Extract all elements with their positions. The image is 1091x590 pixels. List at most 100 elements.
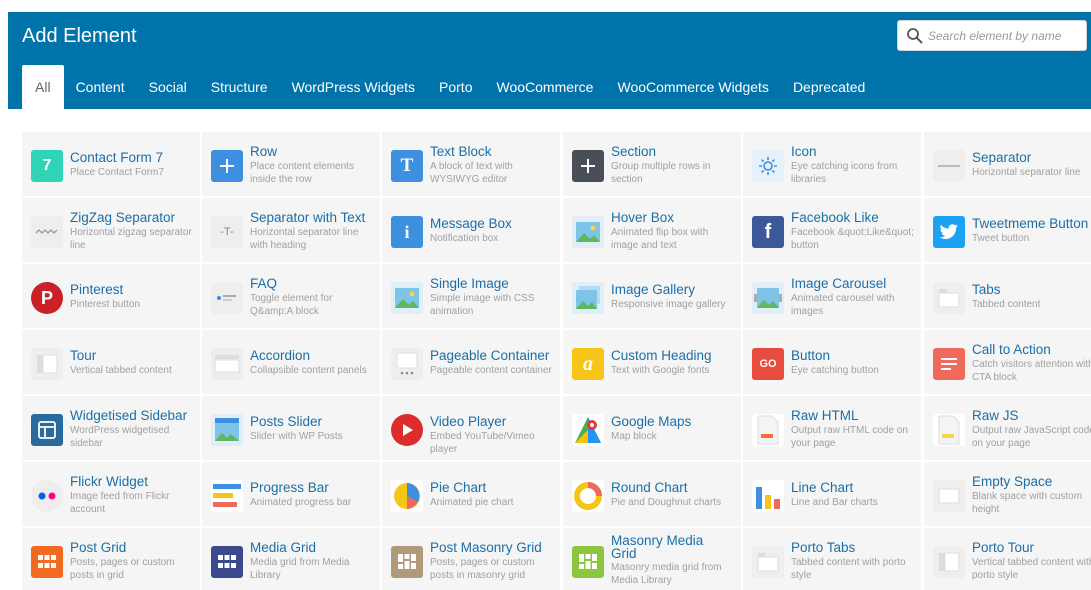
element-name: Flickr Widget	[70, 474, 149, 489]
flickr-icon	[31, 480, 63, 512]
element-name: Image Carousel	[791, 276, 887, 291]
element-description: Tweet button	[972, 233, 1030, 244]
element-name: Posts Slider	[250, 414, 323, 429]
element-line-chart[interactable]: Line Chart Line and Bar charts	[743, 462, 921, 526]
element-empty-space[interactable]: Empty Space Blank space with custom heigh…	[924, 462, 1091, 526]
search-icon	[907, 28, 923, 44]
element-name: Post Grid	[70, 540, 127, 555]
element-description: Text with Google fonts	[611, 365, 710, 376]
element-description: Place content elements inside the row	[250, 161, 354, 185]
separator-text-icon: -T-	[211, 216, 243, 248]
element-pageable-container[interactable]: Pageable Container Pageable content conta…	[382, 330, 560, 394]
element-raw-js[interactable]: Raw JS Output raw JavaScript code on your…	[924, 396, 1091, 460]
element-posts-slider[interactable]: Posts Slider Slider with WP Posts	[202, 396, 380, 460]
pie-chart-icon	[391, 480, 423, 512]
element-porto-tour[interactable]: Porto Tour Vertical tabbed content with p…	[924, 528, 1091, 590]
element-description: Responsive image gallery	[611, 299, 726, 310]
element-media-grid[interactable]: Media Grid Media grid from Media Library	[202, 528, 380, 590]
search-box[interactable]	[897, 20, 1087, 51]
element-google-maps[interactable]: Google Maps Map block	[563, 396, 741, 460]
element-name: ZigZag Separator	[70, 210, 176, 225]
tab-structure[interactable]: Structure	[199, 65, 280, 109]
element-name: Tour	[70, 348, 97, 363]
element-section[interactable]: Section Group multiple rows in section	[563, 132, 741, 196]
element-description: Horizontal separator line with heading	[250, 227, 359, 251]
tab-wordpress-widgets[interactable]: WordPress Widgets	[280, 65, 427, 109]
element-name: Section	[611, 144, 657, 159]
element-masonry-media-grid[interactable]: Masonry Media Grid Masonry media grid fro…	[563, 528, 741, 590]
tab-porto[interactable]: Porto	[427, 65, 484, 109]
element-video-player[interactable]: Video Player Embed YouTube/Vimeo player	[382, 396, 560, 460]
element-round-chart[interactable]: Round Chart Pie and Doughnut charts	[563, 462, 741, 526]
tab-social[interactable]: Social	[137, 65, 199, 109]
element-description: Tabbed content	[972, 299, 1041, 310]
element-name: Round Chart	[611, 480, 688, 495]
gallery-icon	[572, 282, 604, 314]
tab-all[interactable]: All	[22, 65, 64, 109]
element-widgetised-sidebar[interactable]: Widgetised Sidebar WordPress widgetised s…	[22, 396, 200, 460]
element-separator-with-text[interactable]: -T- Separator with Text Horizontal separat…	[202, 198, 380, 262]
element-row: 7 Contact Form 7 Place Contact Form7 Row Pla…	[22, 132, 1091, 198]
element-call-to-action[interactable]: Call to Action Catch visitors attention w…	[924, 330, 1091, 394]
element-description: Output raw JavaScript code on your page	[972, 425, 1091, 449]
accordion-icon	[211, 348, 243, 380]
go-button-icon: GO	[752, 348, 784, 380]
media-grid-icon	[211, 546, 243, 578]
element-tweetmeme-button[interactable]: Tweetmeme Button Tweet button	[924, 198, 1091, 262]
element-description: Horizontal zigzag separator line	[70, 227, 192, 251]
tab-woocommerce[interactable]: WooCommerce	[484, 65, 605, 109]
element-image-gallery[interactable]: Image Gallery Responsive image gallery	[563, 264, 741, 328]
element-faq[interactable]: FAQ Toggle element for Q&amp;A block	[202, 264, 380, 328]
element-description: Simple image with CSS animation	[430, 293, 535, 317]
element-name: Pie Chart	[430, 480, 487, 495]
element-description: Horizontal separator line	[972, 167, 1081, 178]
element-text-block[interactable]: T Text Block A block of text with WYSIWYG …	[382, 132, 560, 196]
element-description: Toggle element for Q&amp;A block	[250, 293, 333, 317]
tab-content[interactable]: Content	[64, 65, 137, 109]
zigzag-icon	[31, 216, 63, 248]
element-row: Widgetised Sidebar WordPress widgetised s…	[22, 396, 1091, 462]
element-post-masonry-grid[interactable]: Post Masonry Grid Posts, pages or custom …	[382, 528, 560, 590]
element-grid: 7 Contact Form 7 Place Contact Form7 Row Pla…	[22, 132, 1091, 590]
element-description: Vertical tabbed content	[70, 365, 172, 376]
element-post-grid[interactable]: Post Grid Posts, pages or custom posts in…	[22, 528, 200, 590]
tab-woocommerce-widgets[interactable]: WooCommerce Widgets	[605, 65, 780, 109]
element-name: Text Block	[430, 144, 492, 159]
element-button[interactable]: GO Button Eye catching button	[743, 330, 921, 394]
element-description: Line and Bar charts	[791, 497, 878, 508]
element-name: Accordion	[250, 348, 311, 363]
element-flickr-widget[interactable]: Flickr Widget Image feed from Flickr acco…	[22, 462, 200, 526]
element-message-box[interactable]: i Message Box Notification box	[382, 198, 560, 262]
element-single-image[interactable]: Single Image Simple image with CSS animat…	[382, 264, 560, 328]
element-image-carousel[interactable]: Image Carousel Animated carousel with ima…	[743, 264, 921, 328]
element-zigzag-separator[interactable]: ZigZag Separator Horizontal zigzag separa…	[22, 198, 200, 262]
element-description: Group multiple rows in section	[611, 161, 711, 185]
element-pie-chart[interactable]: Pie Chart Animated pie chart	[382, 462, 560, 526]
element-name: Line Chart	[791, 480, 854, 495]
element-facebook-like[interactable]: f Facebook Like Facebook &quot;Like&quot; …	[743, 198, 921, 262]
element-icon[interactable]: Icon Eye catching icons from libraries	[743, 132, 921, 196]
element-raw-html[interactable]: Raw HTML Output raw HTML code on your pag…	[743, 396, 921, 460]
element-pinterest[interactable]: P Pinterest Pinterest button	[22, 264, 200, 328]
element-accordion[interactable]: Accordion Collapsible content panels	[202, 330, 380, 394]
element-row[interactable]: Row Place content elements inside the row	[202, 132, 380, 196]
element-description: Map block	[611, 431, 657, 442]
element-progress-bar[interactable]: Progress Bar Animated progress bar	[202, 462, 380, 526]
facebook-icon: f	[752, 216, 784, 248]
element-custom-heading[interactable]: a Custom Heading Text with Google fonts	[563, 330, 741, 394]
element-name: Message Box	[430, 216, 512, 231]
search-input[interactable]	[928, 25, 1082, 47]
tab-deprecated[interactable]: Deprecated	[781, 65, 877, 109]
element-separator[interactable]: Separator Horizontal separator line	[924, 132, 1091, 196]
element-contact-form-7[interactable]: 7 Contact Form 7 Place Contact Form7	[22, 132, 200, 196]
element-tabs[interactable]: Tabs Tabbed content	[924, 264, 1091, 328]
post-grid-icon	[31, 546, 63, 578]
slider-icon	[211, 414, 243, 446]
element-description: Output raw HTML code on your page	[791, 425, 908, 449]
element-porto-tabs[interactable]: Porto Tabs Tabbed content with porto styl…	[743, 528, 921, 590]
element-name: Pageable Container	[430, 348, 550, 363]
plus-icon	[211, 150, 243, 182]
element-row: P Pinterest Pinterest button FAQ Toggle elem…	[22, 264, 1091, 330]
element-hover-box[interactable]: Hover Box Animated flip box with image an…	[563, 198, 741, 262]
element-tour[interactable]: Tour Vertical tabbed content	[22, 330, 200, 394]
